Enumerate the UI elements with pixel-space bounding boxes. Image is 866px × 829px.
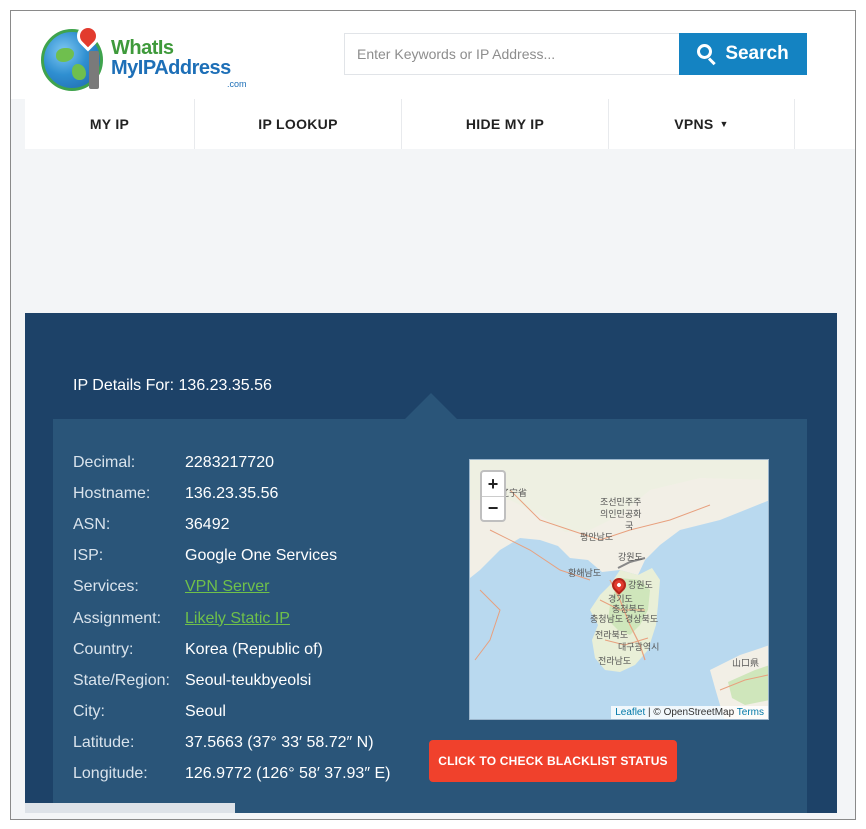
detail-value: Korea (Republic of) (185, 640, 323, 658)
detail-label: Decimal: (73, 453, 136, 471)
map-label-nk3: 국 (625, 521, 633, 532)
map-label-gyeongbuk: 경상북도 (625, 613, 658, 625)
nav-item-my-ip[interactable]: MY IP (25, 99, 195, 149)
detail-row-country: Country: Korea (Republic of) (73, 634, 390, 665)
detail-value: 2283217720 (185, 453, 274, 471)
map-zoom-control: + − (480, 470, 506, 522)
detail-label: Hostname: (73, 484, 151, 502)
detail-row-isp: ISP: Google One Services (73, 541, 390, 572)
detail-value: 136.23.35.56 (185, 484, 279, 502)
main-nav: MY IP IP LOOKUP HIDE MY IP VPNS ▼ (25, 99, 855, 149)
ad-placeholder (25, 149, 855, 313)
map-label-chungnam: 충청남도 (590, 614, 623, 625)
browser-viewport: WhatIs MyIPAddress .com Search MY IP IP … (10, 10, 856, 820)
map-label-gangwon-s: 강원도 (628, 580, 653, 591)
zoom-out-button[interactable]: − (482, 496, 504, 520)
search-button-label: Search (725, 43, 789, 64)
detail-value: 126.9772 (126° 58′ 37.93″ E) (185, 765, 391, 783)
detail-label: Longitude: (73, 765, 148, 783)
leaflet-link[interactable]: Leaflet (615, 707, 645, 718)
detail-value: Google One Services (185, 547, 338, 565)
bottom-strip (25, 803, 235, 813)
logo-i-glyph (89, 51, 99, 89)
nav-label: HIDE MY IP (465, 116, 545, 132)
map-label-jeonbuk: 전라북도 (595, 630, 628, 641)
detail-row-longitude: Longitude: 126.9772 (126° 58′ 37.93″ E) (73, 759, 390, 790)
map-label-japan: 山口県 (732, 658, 759, 669)
detail-value: Seoul (185, 703, 226, 721)
ip-details-panel: IP Details For: 136.23.35.56 Decimal: 22… (25, 313, 837, 813)
map-label-gyeonggi: 경기도 (608, 593, 633, 605)
detail-label: State/Region: (73, 671, 170, 689)
nav-item-more[interactable] (795, 99, 855, 149)
map-label-hwanghae: 황해남도 (568, 568, 601, 579)
detail-row-services: Services: VPN Server (73, 572, 390, 603)
detail-label: Country: (73, 640, 134, 658)
ip-details-card: Decimal: 2283217720 Hostname: 136.23.35.… (53, 419, 807, 813)
detail-value: Seoul-teukbyeolsi (185, 671, 312, 689)
detail-label: Latitude: (73, 734, 135, 752)
search-icon (697, 44, 717, 66)
detail-row-decimal: Decimal: 2283217720 (73, 447, 390, 478)
map-label-nk2: 의인민공화 (600, 509, 641, 520)
detail-label: Assignment: (73, 609, 162, 627)
search-input[interactable] (345, 34, 679, 74)
logo-text-com: .com (227, 79, 247, 89)
services-link[interactable]: VPN Server (185, 578, 269, 596)
check-blacklist-button[interactable]: CLICK TO CHECK BLACKLIST STATUS (429, 740, 677, 782)
zoom-in-button[interactable]: + (482, 472, 504, 496)
nav-label: IP LOOKUP (258, 116, 338, 132)
pointer-arrow (405, 393, 457, 419)
ip-details-title: IP Details For: 136.23.35.56 (73, 377, 272, 394)
detail-value: 36492 (185, 515, 230, 533)
caret-down-icon: ▼ (719, 119, 729, 129)
attribution-text: | © OpenStreetMap (645, 707, 737, 718)
location-map[interactable]: 辽宁省 조선민주주 의인민공화 국 평안남도 강원도 황해남도 강원도 경기도 … (469, 459, 769, 720)
site-logo[interactable]: WhatIs MyIPAddress .com (41, 20, 251, 95)
nav-item-hide-my-ip[interactable]: HIDE MY IP (402, 99, 609, 149)
terms-link[interactable]: Terms (737, 707, 764, 718)
nav-item-vpns[interactable]: VPNS ▼ (609, 99, 795, 149)
assignment-link[interactable]: Likely Static IP (185, 610, 290, 628)
detail-row-state: State/Region: Seoul-teukbyeolsi (73, 665, 390, 696)
details-list: Decimal: 2283217720 Hostname: 136.23.35.… (73, 447, 390, 790)
map-label-pyongan: 평안남도 (580, 532, 613, 543)
detail-value: 37.5663 (37° 33′ 58.72″ N) (185, 734, 374, 752)
detail-row-asn: ASN: 36492 (73, 509, 390, 540)
detail-row-assignment: Assignment: Likely Static IP (73, 603, 390, 634)
map-label-jeonnam: 전라남도 (598, 656, 631, 667)
logo-text-myipaddress: MyIPAddress (111, 57, 231, 79)
site-header: WhatIs MyIPAddress .com Search (11, 11, 855, 99)
detail-label: ISP: (73, 547, 104, 565)
detail-label: ASN: (73, 515, 111, 533)
nav-label: VPNS (674, 116, 714, 132)
nav-label: MY IP (89, 116, 130, 132)
map-label-daegu: 대구광역시 (618, 641, 659, 653)
map-label-chungbuk: 충청북도 (612, 604, 645, 615)
map-label-nk1: 조선민주주 (600, 497, 641, 508)
detail-row-city: City: Seoul (73, 697, 390, 728)
detail-label: City: (73, 703, 105, 721)
search-button[interactable]: Search (679, 33, 807, 75)
detail-row-latitude: Latitude: 37.5663 (37° 33′ 58.72″ N) (73, 728, 390, 759)
map-attribution: Leaflet | © OpenStreetMap Terms (611, 706, 768, 719)
search-box (344, 33, 680, 75)
detail-label: Services: (73, 578, 139, 596)
map-label-gangwon-n: 강원도 (618, 552, 643, 563)
detail-row-hostname: Hostname: 136.23.35.56 (73, 478, 390, 509)
nav-item-ip-lookup[interactable]: IP LOOKUP (195, 99, 402, 149)
